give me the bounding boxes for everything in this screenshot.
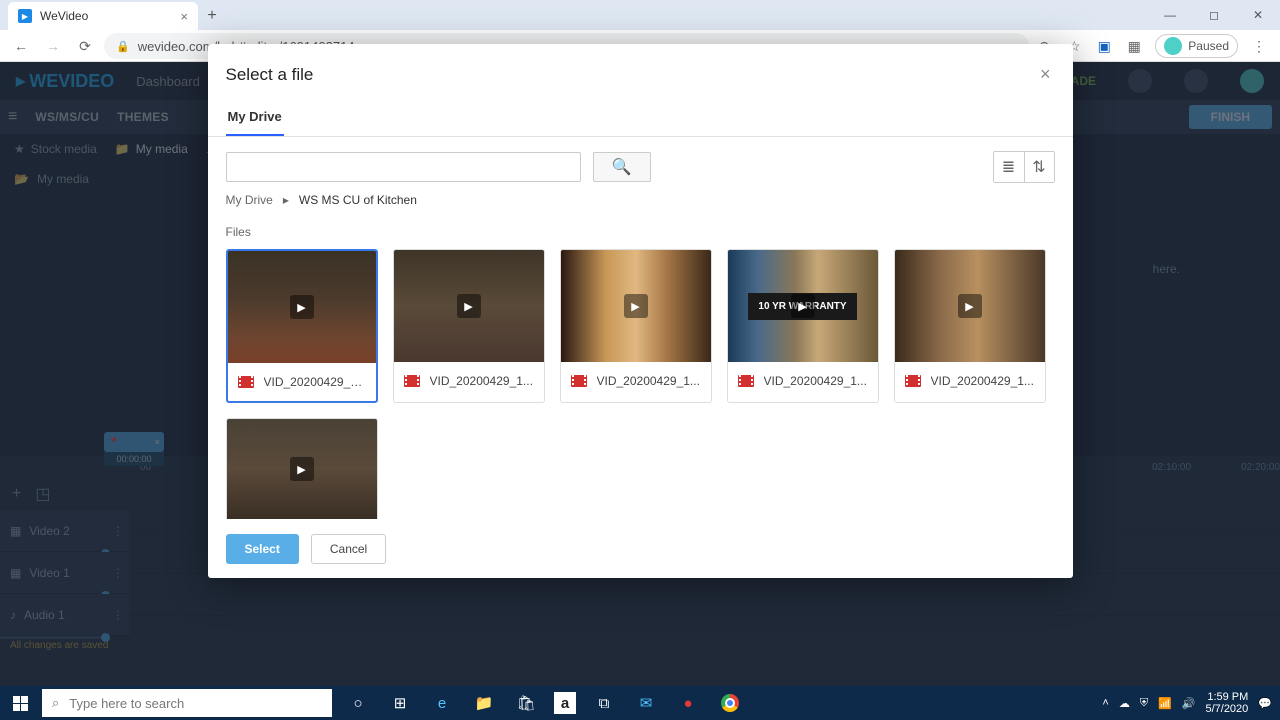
view-toggle: ≣ ⇅ xyxy=(993,151,1055,183)
modal-close-button[interactable]: × xyxy=(1036,60,1055,89)
file-card[interactable]: 10 YR WARRANTY▶ VID_20200429_1... xyxy=(727,249,879,403)
video-file-icon xyxy=(238,376,254,388)
play-icon: ▶ xyxy=(457,294,481,318)
video-file-icon xyxy=(905,375,921,387)
select-button[interactable]: Select xyxy=(226,534,299,564)
play-icon: ▶ xyxy=(624,294,648,318)
play-icon: ▶ xyxy=(290,457,314,481)
modal-wrapper: Select a file × My Drive 🔍 ≣ ⇅ My Drive … xyxy=(0,0,1280,720)
play-icon: ▶ xyxy=(290,295,314,319)
breadcrumb-current: WS MS CU of Kitchen xyxy=(299,193,417,207)
file-picker-modal: Select a file × My Drive 🔍 ≣ ⇅ My Drive … xyxy=(208,44,1073,578)
video-thumbnail: ▶ xyxy=(895,250,1045,362)
file-card[interactable]: ▶ xyxy=(226,418,378,519)
sort-button[interactable]: ⇅ xyxy=(1024,152,1054,182)
video-thumbnail: ▶ xyxy=(227,419,377,519)
list-view-button[interactable]: ≣ xyxy=(994,152,1024,182)
video-thumbnail: ▶ xyxy=(561,250,711,362)
file-card[interactable]: ▶ VID_20200429_1... xyxy=(393,249,545,403)
file-name: VID_20200429_1... xyxy=(764,374,867,388)
video-thumbnail: ▶ xyxy=(228,251,376,363)
file-card[interactable]: ▶ VID_20200429_1... xyxy=(894,249,1046,403)
search-input[interactable] xyxy=(226,152,581,182)
file-name: VID_20200429_1... xyxy=(597,374,700,388)
picker-breadcrumb: My Drive ▸ WS MS CU of Kitchen xyxy=(208,193,1073,219)
file-name: VID_20200429_1... xyxy=(931,374,1034,388)
tab-my-drive[interactable]: My Drive xyxy=(226,99,284,136)
play-icon: ▶ xyxy=(791,294,815,318)
files-heading: Files xyxy=(226,225,1055,239)
file-name: VID_20200429_1... xyxy=(430,374,533,388)
breadcrumb-root[interactable]: My Drive xyxy=(226,193,273,207)
cancel-button[interactable]: Cancel xyxy=(311,534,386,564)
modal-title: Select a file xyxy=(226,65,314,85)
video-thumbnail: 10 YR WARRANTY▶ xyxy=(728,250,878,362)
play-icon: ▶ xyxy=(958,294,982,318)
modal-tabs: My Drive xyxy=(208,99,1073,137)
chevron-right-icon: ▸ xyxy=(283,193,289,207)
file-card[interactable]: ▶ VID_20200429_1... xyxy=(560,249,712,403)
video-file-icon xyxy=(738,375,754,387)
search-button[interactable]: 🔍 xyxy=(593,152,651,182)
file-grid: ▶ VID_20200429_1... ▶ VID_20200429_1... … xyxy=(226,249,1055,519)
search-icon: 🔍 xyxy=(612,157,632,177)
video-file-icon xyxy=(571,375,587,387)
video-thumbnail: ▶ xyxy=(394,250,544,362)
video-file-icon xyxy=(404,375,420,387)
file-card[interactable]: ▶ VID_20200429_1... xyxy=(226,249,378,403)
file-name: VID_20200429_1... xyxy=(264,375,366,389)
